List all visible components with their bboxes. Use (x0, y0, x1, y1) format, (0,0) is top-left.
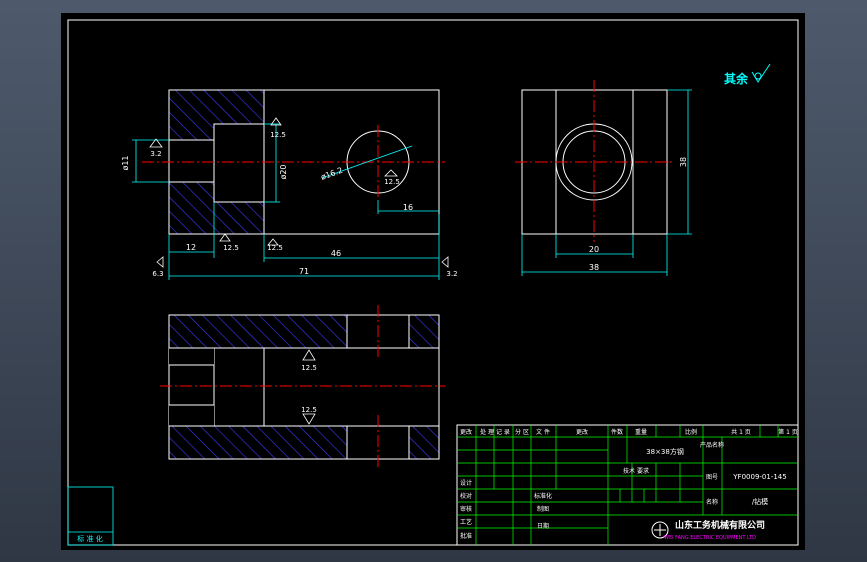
lbl-standard: 标准化 (534, 492, 552, 500)
dim-width-20: 20 (589, 245, 599, 254)
hdr-4: 更改 (576, 428, 588, 436)
dim-16: 16 (403, 203, 413, 212)
lbl-draw: 制图 (537, 505, 549, 513)
rough-12-5-c: 12.5 (223, 244, 239, 252)
dim-12: 12 (186, 243, 196, 252)
hdr-0: 更改 (460, 428, 472, 436)
lbl-process: 工艺 (460, 518, 472, 526)
rough-bottom-b: 12.5 (301, 406, 317, 414)
dim-width-38: 38 (589, 263, 599, 272)
company-cn: 山东工务机械有限公司 (675, 519, 765, 531)
hdr-2: 分 区 (515, 428, 529, 436)
dim-d20: ø20 (279, 164, 288, 179)
lbl-design: 设计 (460, 479, 472, 487)
material: 38×38方钢 (646, 447, 684, 456)
lbl-product-name: 产品名称 (700, 441, 724, 449)
hdr-3: 文 件 (536, 428, 550, 436)
cad-drawing: ø11 ø20 ø16.2 16 12 46 71 3.2 12.5 12.5 … (61, 13, 805, 550)
dim-71: 71 (299, 267, 309, 276)
rough-12-5-b: 12.5 (384, 178, 400, 186)
company-en: WEI FANG ELECTRIC EQUIPMENT LTD (664, 535, 756, 541)
corner-box-label: 标 准 化 (77, 534, 102, 543)
lbl-approve: 批准 (460, 532, 472, 540)
rough-3-2-b: 3.2 (446, 270, 457, 278)
rough-6-3: 6.3 (152, 270, 163, 278)
lbl-count: 件数 (611, 428, 623, 436)
lbl-ratio: 比例 (685, 428, 697, 436)
dim-d11: ø11 (121, 155, 130, 170)
rough-12-5-d: 12.5 (267, 244, 283, 252)
hdr-1: 处 理 记 录 (480, 428, 510, 436)
part-name: /钻模 (752, 497, 768, 506)
dim-height-38: 38 (679, 157, 688, 167)
lbl-drawing-no: 图号 (706, 474, 718, 481)
lbl-weight: 重量 (635, 428, 647, 436)
lbl-date: 日期 (537, 522, 549, 530)
hdr-page: 第 1 页 (778, 428, 798, 436)
roughness-note-label: 其余 (724, 71, 749, 86)
lbl-proofread: 校对 (460, 492, 472, 500)
hdr-pages: 共 1 页 (731, 428, 751, 436)
rough-3-2: 3.2 (150, 150, 161, 158)
lbl-tech-req: 技术 要求 (623, 467, 649, 475)
dim-46: 46 (331, 249, 341, 258)
rough-bottom-a: 12.5 (301, 364, 317, 372)
drawing-no: YF0009-01-145 (732, 473, 786, 481)
lbl-review: 审核 (460, 505, 472, 513)
rough-12-5-a: 12.5 (270, 131, 286, 139)
lbl-part: 名称 (706, 498, 718, 506)
